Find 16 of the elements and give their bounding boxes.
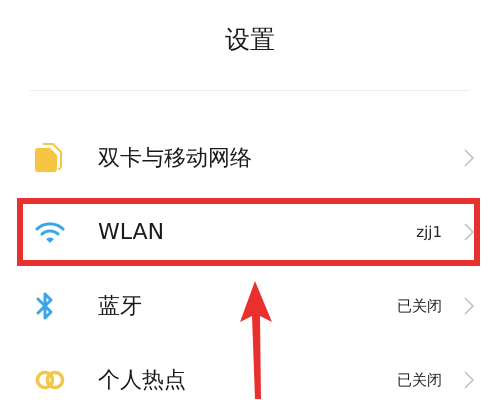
chevron-icon[interactable] <box>464 149 474 167</box>
sim-card-icon <box>35 143 63 173</box>
setting-value: 已关闭 <box>397 370 442 390</box>
bluetooth-icon <box>35 291 55 321</box>
setting-label: 蓝牙 <box>98 293 142 321</box>
setting-value: zjj1 <box>416 223 442 241</box>
setting-label: 双卡与移动网络 <box>98 145 252 173</box>
setting-label: WLAN <box>98 220 164 244</box>
setting-value: 已关闭 <box>397 296 442 316</box>
setting-label: 个人热点 <box>98 367 186 395</box>
wifi-icon <box>35 220 65 244</box>
chevron-icon[interactable] <box>464 371 474 389</box>
hotspot-icon <box>35 370 65 390</box>
page-title: 设置 <box>225 24 275 56</box>
chevron-icon[interactable] <box>464 223 474 241</box>
chevron-icon[interactable] <box>464 297 474 315</box>
